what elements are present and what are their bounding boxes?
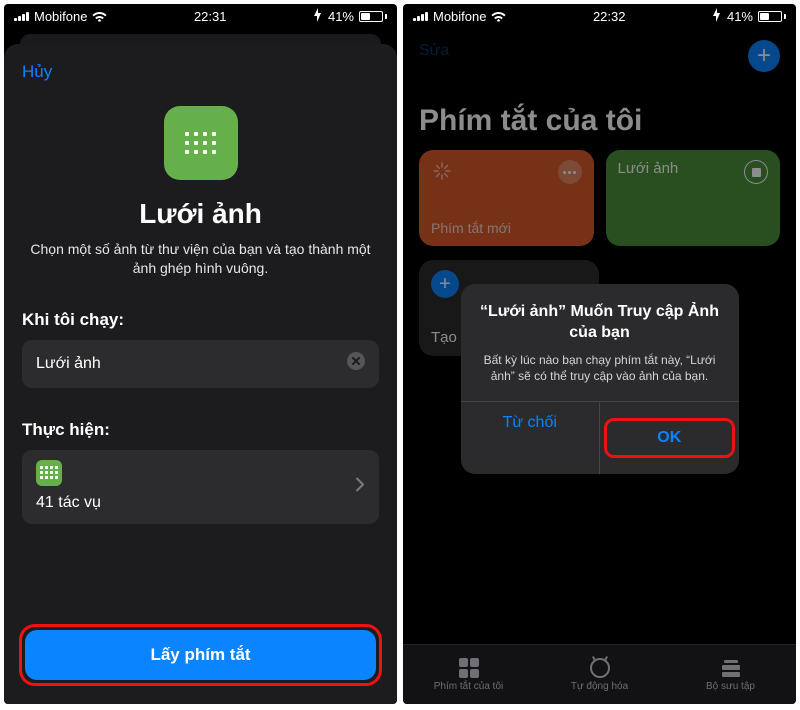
battery-pct: 41% xyxy=(328,9,354,24)
when-run-label: Khi tôi chạy: xyxy=(22,310,379,330)
phone-left: Mobifone 22:31 41% Hủy Lưới ảnh Chọn một… xyxy=(4,4,397,704)
page-title: Phím tắt của tôi xyxy=(403,60,796,150)
add-shortcut-button[interactable]: + xyxy=(748,40,780,72)
clock: 22:32 xyxy=(593,9,626,24)
perform-label: Thực hiện: xyxy=(22,420,379,440)
wifi-icon xyxy=(491,11,506,22)
alert-ok-button[interactable]: OK xyxy=(607,421,732,455)
actions-count: 41 tác vụ xyxy=(36,494,365,512)
plus-circle-icon: + xyxy=(431,270,459,298)
alert-ok-wrap: OK xyxy=(599,402,739,474)
clear-text-icon[interactable] xyxy=(347,352,365,375)
tab-bar: Phím tắt của tôi Tự động hóa Bộ sưu tập xyxy=(403,644,796,704)
tab-label: Phím tắt của tôi xyxy=(434,681,503,692)
get-shortcut-button[interactable]: Lấy phím tắt xyxy=(25,630,376,680)
battery-charging-icon xyxy=(313,8,323,25)
carrier: Mobifone xyxy=(433,9,486,24)
shortcut-detail-sheet: Hủy Lưới ảnh Chọn một số ảnh từ thư viện… xyxy=(4,44,397,704)
stack-icon xyxy=(722,660,740,677)
shortcut-app-icon xyxy=(164,106,238,180)
battery-pct: 41% xyxy=(727,9,753,24)
clock-icon xyxy=(590,658,610,678)
callout-highlight: Lấy phím tắt xyxy=(19,624,382,686)
clock: 22:31 xyxy=(194,9,227,24)
status-bar: Mobifone 22:32 41% xyxy=(403,4,796,28)
tile-grid-photo[interactable]: Lưới ảnh xyxy=(606,150,781,246)
cellular-icon xyxy=(413,11,428,21)
shortcut-name-value: Lưới ảnh xyxy=(36,355,101,373)
chevron-right-icon xyxy=(355,476,365,497)
actions-icon xyxy=(36,460,62,486)
shortcut-description: Chọn một số ảnh từ thư viện của bạn và t… xyxy=(22,240,379,278)
tile-label: Phím tắt mới xyxy=(431,220,582,236)
battery-icon xyxy=(758,11,786,22)
tab-automation[interactable]: Tự động hóa xyxy=(534,645,665,704)
carrier: Mobifone xyxy=(34,9,87,24)
shortcut-title: Lưới ảnh xyxy=(22,198,379,230)
battery-charging-icon xyxy=(712,8,722,25)
tab-gallery[interactable]: Bộ sưu tập xyxy=(665,645,796,704)
alert-deny-button[interactable]: Từ chối xyxy=(461,402,600,474)
tab-label: Bộ sưu tập xyxy=(706,681,755,692)
battery-icon xyxy=(359,11,387,22)
status-bar: Mobifone 22:31 41% xyxy=(4,4,397,28)
alert-title: “Lưới ảnh” Muốn Truy cập Ảnh của bạn xyxy=(479,302,721,344)
stop-icon[interactable] xyxy=(744,160,768,184)
more-icon[interactable] xyxy=(558,160,582,184)
tab-label: Tự động hóa xyxy=(571,681,628,692)
edit-button[interactable]: Sửa xyxy=(403,28,796,60)
cellular-icon xyxy=(14,11,29,21)
cancel-button[interactable]: Hủy xyxy=(22,58,379,92)
tile-new-shortcut[interactable]: Phím tắt mới xyxy=(419,150,594,246)
phone-right: Mobifone 22:32 41% Sửa + Phím tắt của tô… xyxy=(403,4,796,704)
alert-message: Bất kỳ lúc nào bạn chạy phím tắt này, “L… xyxy=(479,352,721,386)
wifi-icon xyxy=(92,11,107,22)
callout-highlight: OK xyxy=(604,418,735,458)
actions-row[interactable]: 41 tác vụ xyxy=(22,450,379,524)
permission-alert: “Lưới ảnh” Muốn Truy cập Ảnh của bạn Bất… xyxy=(461,284,739,474)
shortcut-name-field[interactable]: Lưới ảnh xyxy=(22,340,379,388)
tab-my-shortcuts[interactable]: Phím tắt của tôi xyxy=(403,645,534,704)
